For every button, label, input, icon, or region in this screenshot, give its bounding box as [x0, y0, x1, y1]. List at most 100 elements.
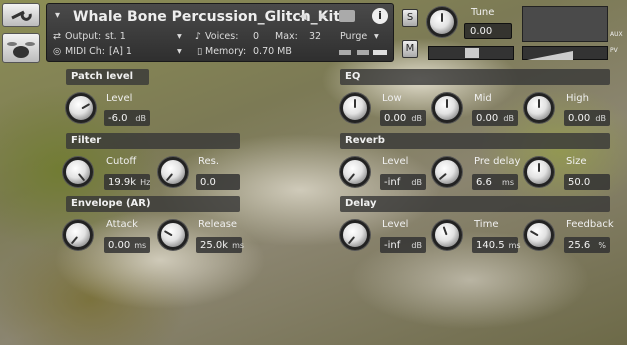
reverb-size-value: 50.0 [568, 176, 591, 188]
reverb-level-value-box[interactable]: -inf dB [380, 174, 426, 190]
eq-high-value: 0.00 [568, 112, 591, 124]
delay-time-value: 140.5 [476, 239, 505, 251]
delay-level-label: Level [382, 219, 409, 230]
attack-label: Attack [106, 219, 138, 230]
solo-button[interactable]: S [402, 9, 418, 27]
memory-value: 0.70 MB [253, 46, 292, 57]
eq-high-unit: dB [595, 113, 606, 123]
volume-slider[interactable] [522, 46, 608, 60]
pv-label[interactable]: PV [610, 47, 618, 54]
info-icon[interactable]: i [372, 8, 388, 24]
reverb-title: Reverb [340, 133, 610, 149]
delay-level-knob[interactable] [340, 220, 370, 250]
delay-time-knob[interactable] [432, 220, 462, 250]
mute-button[interactable]: M [402, 40, 418, 58]
filter-title: Filter [66, 133, 240, 149]
patch-level-knob[interactable] [66, 93, 96, 123]
reverb-size-label: Size [566, 156, 587, 167]
feedback-value-box[interactable]: 25.6 % [564, 237, 610, 253]
wrench-icon [11, 10, 32, 21]
output-arrows-icon: ⇄ [53, 31, 61, 42]
output-dropdown-icon[interactable]: ▾ [177, 31, 182, 42]
reverb-level-unit: dB [411, 177, 422, 187]
pre-delay-unit: ms [502, 177, 514, 187]
feedback-knob[interactable] [524, 220, 554, 250]
reverb-level-knob[interactable] [340, 157, 370, 187]
midi-dropdown-icon[interactable]: ▾ [177, 46, 182, 57]
resonance-value-box[interactable]: 0.0 [196, 174, 240, 190]
eq-mid-label: Mid [474, 93, 492, 104]
midi-value[interactable]: [A] 1 [109, 46, 132, 57]
pre-delay-knob[interactable] [432, 157, 462, 187]
camera-icon[interactable] [339, 10, 355, 22]
memory-icon: ▯ [197, 46, 203, 57]
resonance-value: 0.0 [200, 176, 216, 188]
delay-title: Delay [340, 196, 610, 212]
cutoff-label: Cutoff [106, 156, 137, 167]
feedback-label: Feedback [566, 219, 614, 230]
reverb-level-value: -inf [384, 176, 401, 188]
tune-label: Tune [471, 7, 495, 18]
prev-instrument-icon[interactable]: ◀ [299, 11, 307, 22]
eq-low-value-box[interactable]: 0.00 dB [380, 110, 426, 126]
instrument-header: ▾ Whale Bone Percussion_Glitch_Kit ◀ ▶ i… [46, 3, 394, 62]
attack-value-box[interactable]: 0.00 ms [104, 237, 150, 253]
eq-mid-knob[interactable] [432, 93, 462, 123]
aux-label[interactable]: AUX [610, 31, 623, 38]
resonance-label: Res. [198, 156, 220, 167]
purge-meter [339, 48, 389, 57]
voices-value: 0 [253, 31, 260, 42]
voices-label: Voices: [205, 31, 239, 42]
midi-icon: ◎ [53, 46, 62, 57]
delay-time-unit: ms [508, 240, 521, 250]
max-label: Max: [275, 31, 298, 42]
voices-icon: ♪ [195, 31, 202, 42]
eq-mid-value: 0.00 [476, 112, 499, 124]
drum-kit-icon [7, 42, 35, 58]
header-right: S M Tune 0.00 AUX PV [400, 3, 623, 63]
cutoff-value: 19.9k [108, 176, 137, 188]
release-unit: ms [232, 240, 245, 250]
feedback-value: 25.6 [568, 239, 591, 251]
drum-kit-button[interactable] [2, 33, 40, 63]
release-value: 25.0k [200, 239, 229, 251]
delay-level-value-box[interactable]: -inf dB [380, 237, 426, 253]
output-value[interactable]: st. 1 [105, 31, 126, 42]
delay-time-value-box[interactable]: 140.5 ms [472, 237, 521, 253]
eq-high-knob[interactable] [524, 93, 554, 123]
pan-slider[interactable] [428, 46, 514, 60]
max-value[interactable]: 32 [309, 31, 321, 42]
envelope-title: Envelope (AR) [66, 196, 240, 212]
release-value-box[interactable]: 25.0k ms [196, 237, 245, 253]
release-knob[interactable] [158, 220, 188, 250]
reverb-level-label: Level [382, 156, 409, 167]
resonance-knob[interactable] [158, 157, 188, 187]
eq-high-value-box[interactable]: 0.00 dB [564, 110, 610, 126]
eq-mid-unit: dB [503, 113, 514, 123]
cutoff-knob[interactable] [63, 157, 93, 187]
next-instrument-icon[interactable]: ▶ [319, 11, 327, 22]
cutoff-value-box[interactable]: 19.9k Hz [104, 174, 150, 190]
tune-knob[interactable] [427, 7, 457, 37]
tune-value[interactable]: 0.00 [464, 23, 512, 39]
patch-level-value-box[interactable]: -6.0 dB [104, 110, 150, 126]
purge-label[interactable]: Purge [340, 31, 367, 42]
pre-delay-label: Pre delay [474, 156, 521, 167]
header-left [2, 3, 42, 63]
pre-delay-value-box[interactable]: 6.6 ms [472, 174, 518, 190]
output-label: Output: [65, 31, 102, 42]
attack-knob[interactable] [63, 220, 93, 250]
collapse-arrow-icon[interactable]: ▾ [55, 10, 60, 21]
reverb-size-value-box[interactable]: 50.0 [564, 174, 610, 190]
purge-dropdown-icon[interactable]: ▾ [374, 31, 379, 42]
patch-level-label: Level [106, 93, 133, 104]
delay-time-label: Time [474, 219, 499, 230]
eq-low-label: Low [382, 93, 402, 104]
reverb-size-knob[interactable] [524, 157, 554, 187]
wrench-button[interactable] [2, 3, 40, 27]
eq-mid-value-box[interactable]: 0.00 dB [472, 110, 518, 126]
eq-high-label: High [566, 93, 589, 104]
feedback-unit: % [598, 240, 606, 250]
delay-level-unit: dB [411, 240, 422, 250]
eq-low-knob[interactable] [340, 93, 370, 123]
